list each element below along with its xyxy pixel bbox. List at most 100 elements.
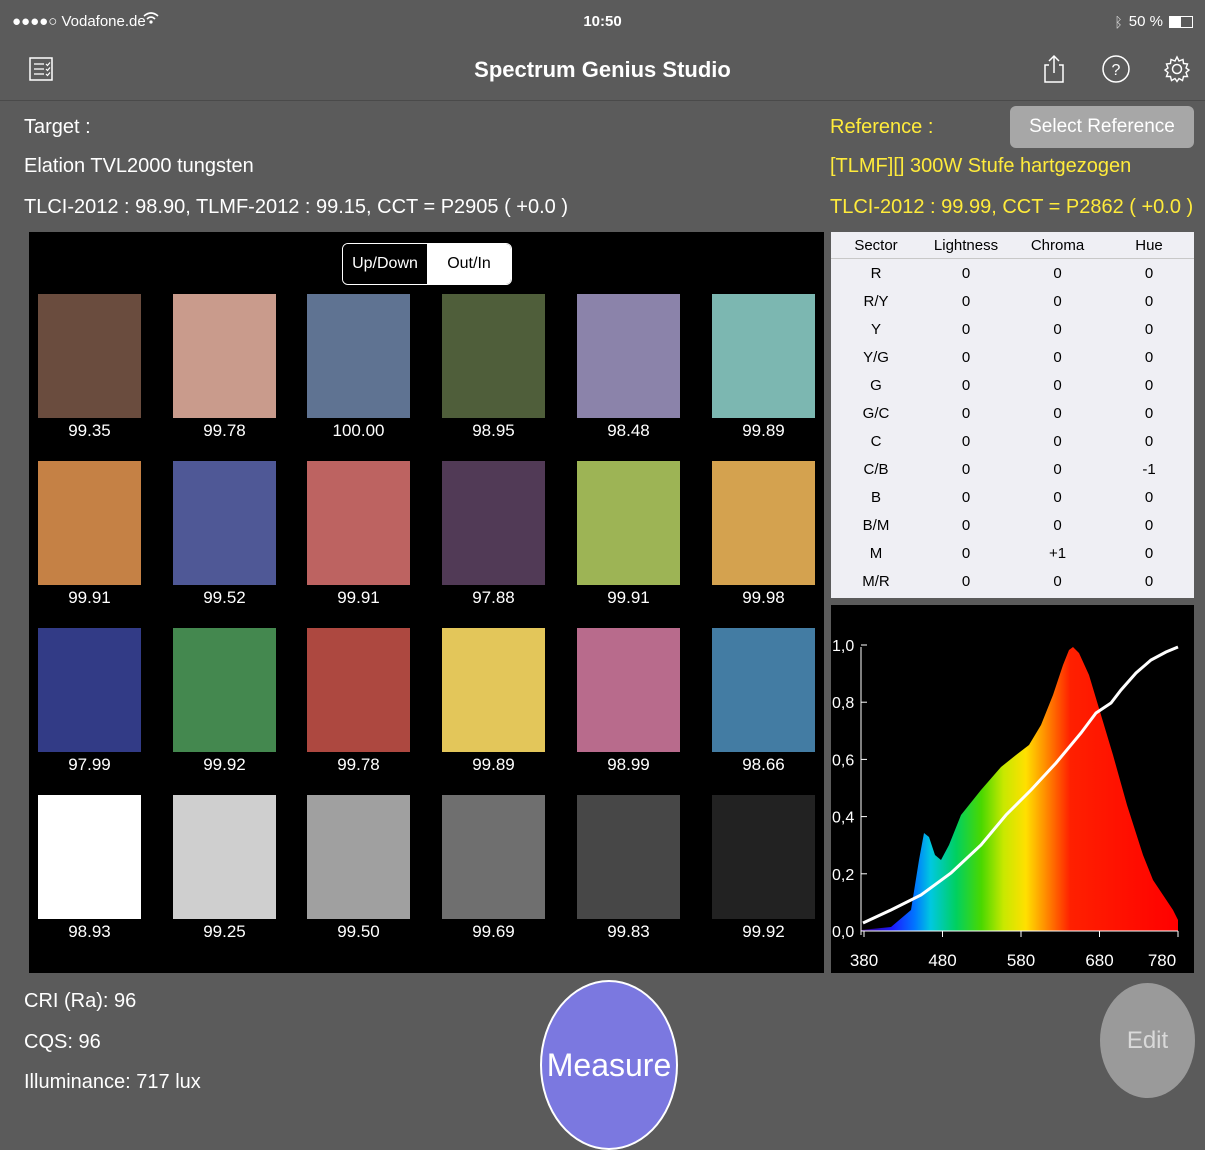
header-sector: Sector	[854, 236, 898, 254]
y-tick-label: 0,6	[832, 752, 854, 769]
swatch-score: 98.48	[607, 421, 650, 440]
swatch-score: 99.91	[607, 588, 650, 607]
measure-button[interactable]: Measure	[540, 980, 678, 1150]
target-name: Elation TVL2000 tungsten	[24, 155, 254, 177]
color-swatch[interactable]	[173, 628, 276, 752]
color-swatch[interactable]	[577, 795, 680, 919]
swatch-score: 100.00	[332, 421, 385, 440]
table-row: C/B 0 0 -1	[831, 455, 1194, 483]
target-metrics: TLCI-2012 : 98.90, TLMF-2012 : 99.15, CC…	[24, 196, 569, 218]
color-swatch[interactable]	[307, 628, 410, 752]
x-tick-label: 380	[850, 951, 878, 970]
color-swatch[interactable]	[307, 294, 410, 418]
share-icon[interactable]	[1039, 54, 1069, 84]
sector-name: Y	[870, 320, 881, 338]
hue-value: 0	[1144, 320, 1154, 338]
lightness-value: 0	[961, 572, 971, 590]
reference-heading: Reference :	[830, 116, 934, 138]
segment-out-in[interactable]: Out/In	[427, 244, 511, 284]
swatch-score: 99.50	[337, 922, 380, 941]
table-row: G 0 0 0	[831, 371, 1194, 399]
hue-value: 0	[1144, 264, 1154, 282]
header-lightness: Lightness	[933, 236, 999, 254]
chroma-value: 0	[1053, 292, 1062, 310]
table-row: M/R 0 0 0	[831, 567, 1194, 595]
swatch-score: 99.92	[203, 755, 246, 774]
color-swatch[interactable]	[442, 294, 545, 418]
svg-text:?: ?	[1112, 62, 1121, 79]
swatch-score: 99.52	[203, 588, 246, 607]
sector-name: C	[870, 432, 882, 450]
illuminance-value: Illuminance: 717 lux	[24, 1071, 201, 1093]
lightness-value: 0	[961, 488, 971, 506]
color-swatch[interactable]	[38, 628, 141, 752]
sector-name: R	[870, 264, 882, 282]
hue-value: 0	[1144, 376, 1154, 394]
hue-value: 0	[1144, 516, 1154, 534]
chroma-value: 0	[1053, 432, 1062, 450]
color-swatch[interactable]	[712, 628, 815, 752]
lightness-value: 0	[961, 516, 971, 534]
battery-icon	[1169, 15, 1193, 28]
lightness-value: 0	[961, 404, 971, 422]
reference-metrics: TLCI-2012 : 99.99, CCT = P2862 ( +0.0 )	[830, 196, 1194, 218]
sector-table-header: Sector Lightness Chroma Hue	[831, 232, 1194, 259]
table-row: M 0 +1 0	[831, 539, 1194, 567]
hue-value: -1	[1142, 460, 1156, 478]
x-tick-label: 780	[1148, 951, 1176, 970]
color-swatch[interactable]	[712, 294, 815, 418]
sector-name: B/M	[862, 516, 890, 534]
swatch-score: 99.35	[68, 421, 111, 440]
lightness-value: 0	[961, 376, 971, 394]
swatch-score: 99.78	[337, 755, 380, 774]
gear-icon[interactable]	[1162, 54, 1192, 84]
color-swatch[interactable]	[577, 294, 680, 418]
sector-name: Y/G	[863, 348, 889, 366]
color-swatch[interactable]	[173, 461, 276, 585]
y-tick-label: 0,2	[832, 867, 854, 884]
lightness-value: 0	[961, 264, 971, 282]
table-row: Y 0 0 0	[831, 315, 1194, 343]
swatch-score: 98.95	[472, 421, 515, 440]
chroma-value: 0	[1053, 376, 1062, 394]
color-swatch[interactable]	[173, 294, 276, 418]
color-swatch[interactable]	[712, 795, 815, 919]
lightness-value: 0	[961, 544, 971, 562]
color-swatch[interactable]	[577, 461, 680, 585]
y-tick-label: 1,0	[832, 638, 854, 655]
table-row: R/Y 0 0 0	[831, 287, 1194, 315]
color-swatch[interactable]	[442, 795, 545, 919]
swatch-score: 99.89	[742, 421, 785, 440]
color-swatch[interactable]	[307, 795, 410, 919]
color-swatch[interactable]	[38, 294, 141, 418]
chroma-value: 0	[1053, 264, 1062, 282]
x-tick-label: 580	[1007, 951, 1035, 970]
sector-table: Sector Lightness Chroma Hue R 0 0 0 R/Y 0 0 0 Y 0…	[831, 232, 1194, 598]
color-swatch[interactable]	[577, 628, 680, 752]
segment-up-down[interactable]: Up/Down	[343, 244, 427, 284]
table-row: Y/G 0 0 0	[831, 343, 1194, 371]
swatch-score: 99.91	[68, 588, 111, 607]
view-mode-segmented-control[interactable]: Up/Down Out/In	[342, 243, 512, 285]
hue-value: 0	[1144, 348, 1154, 366]
color-swatch[interactable]	[442, 461, 545, 585]
cri-value: CRI (Ra): 96	[24, 990, 137, 1012]
color-swatch[interactable]	[307, 461, 410, 585]
edit-button[interactable]: Edit	[1100, 983, 1195, 1098]
status-bar: ●●●●○ Vodafone.de 10:50 ᛒ 50 %	[0, 0, 1205, 40]
color-swatch[interactable]	[38, 461, 141, 585]
color-swatch[interactable]	[38, 795, 141, 919]
select-reference-button[interactable]: Select Reference	[1010, 106, 1194, 148]
spectrum-chart: 0,0 0,2 0,4 0,6 0,8 1,0 380 480 580 680 780	[831, 605, 1194, 973]
table-row: R 0 0 0	[831, 259, 1194, 287]
color-swatch[interactable]	[712, 461, 815, 585]
swatch-score: 99.98	[742, 588, 785, 607]
hue-value: 0	[1144, 292, 1154, 310]
hue-value: 0	[1144, 544, 1154, 562]
color-swatch[interactable]	[173, 795, 276, 919]
chroma-value: 0	[1053, 460, 1062, 478]
battery-percent: 50 %	[1128, 13, 1163, 30]
color-swatch[interactable]	[442, 628, 545, 752]
swatch-score: 99.69	[472, 922, 515, 941]
help-icon[interactable]: ?	[1101, 54, 1131, 84]
